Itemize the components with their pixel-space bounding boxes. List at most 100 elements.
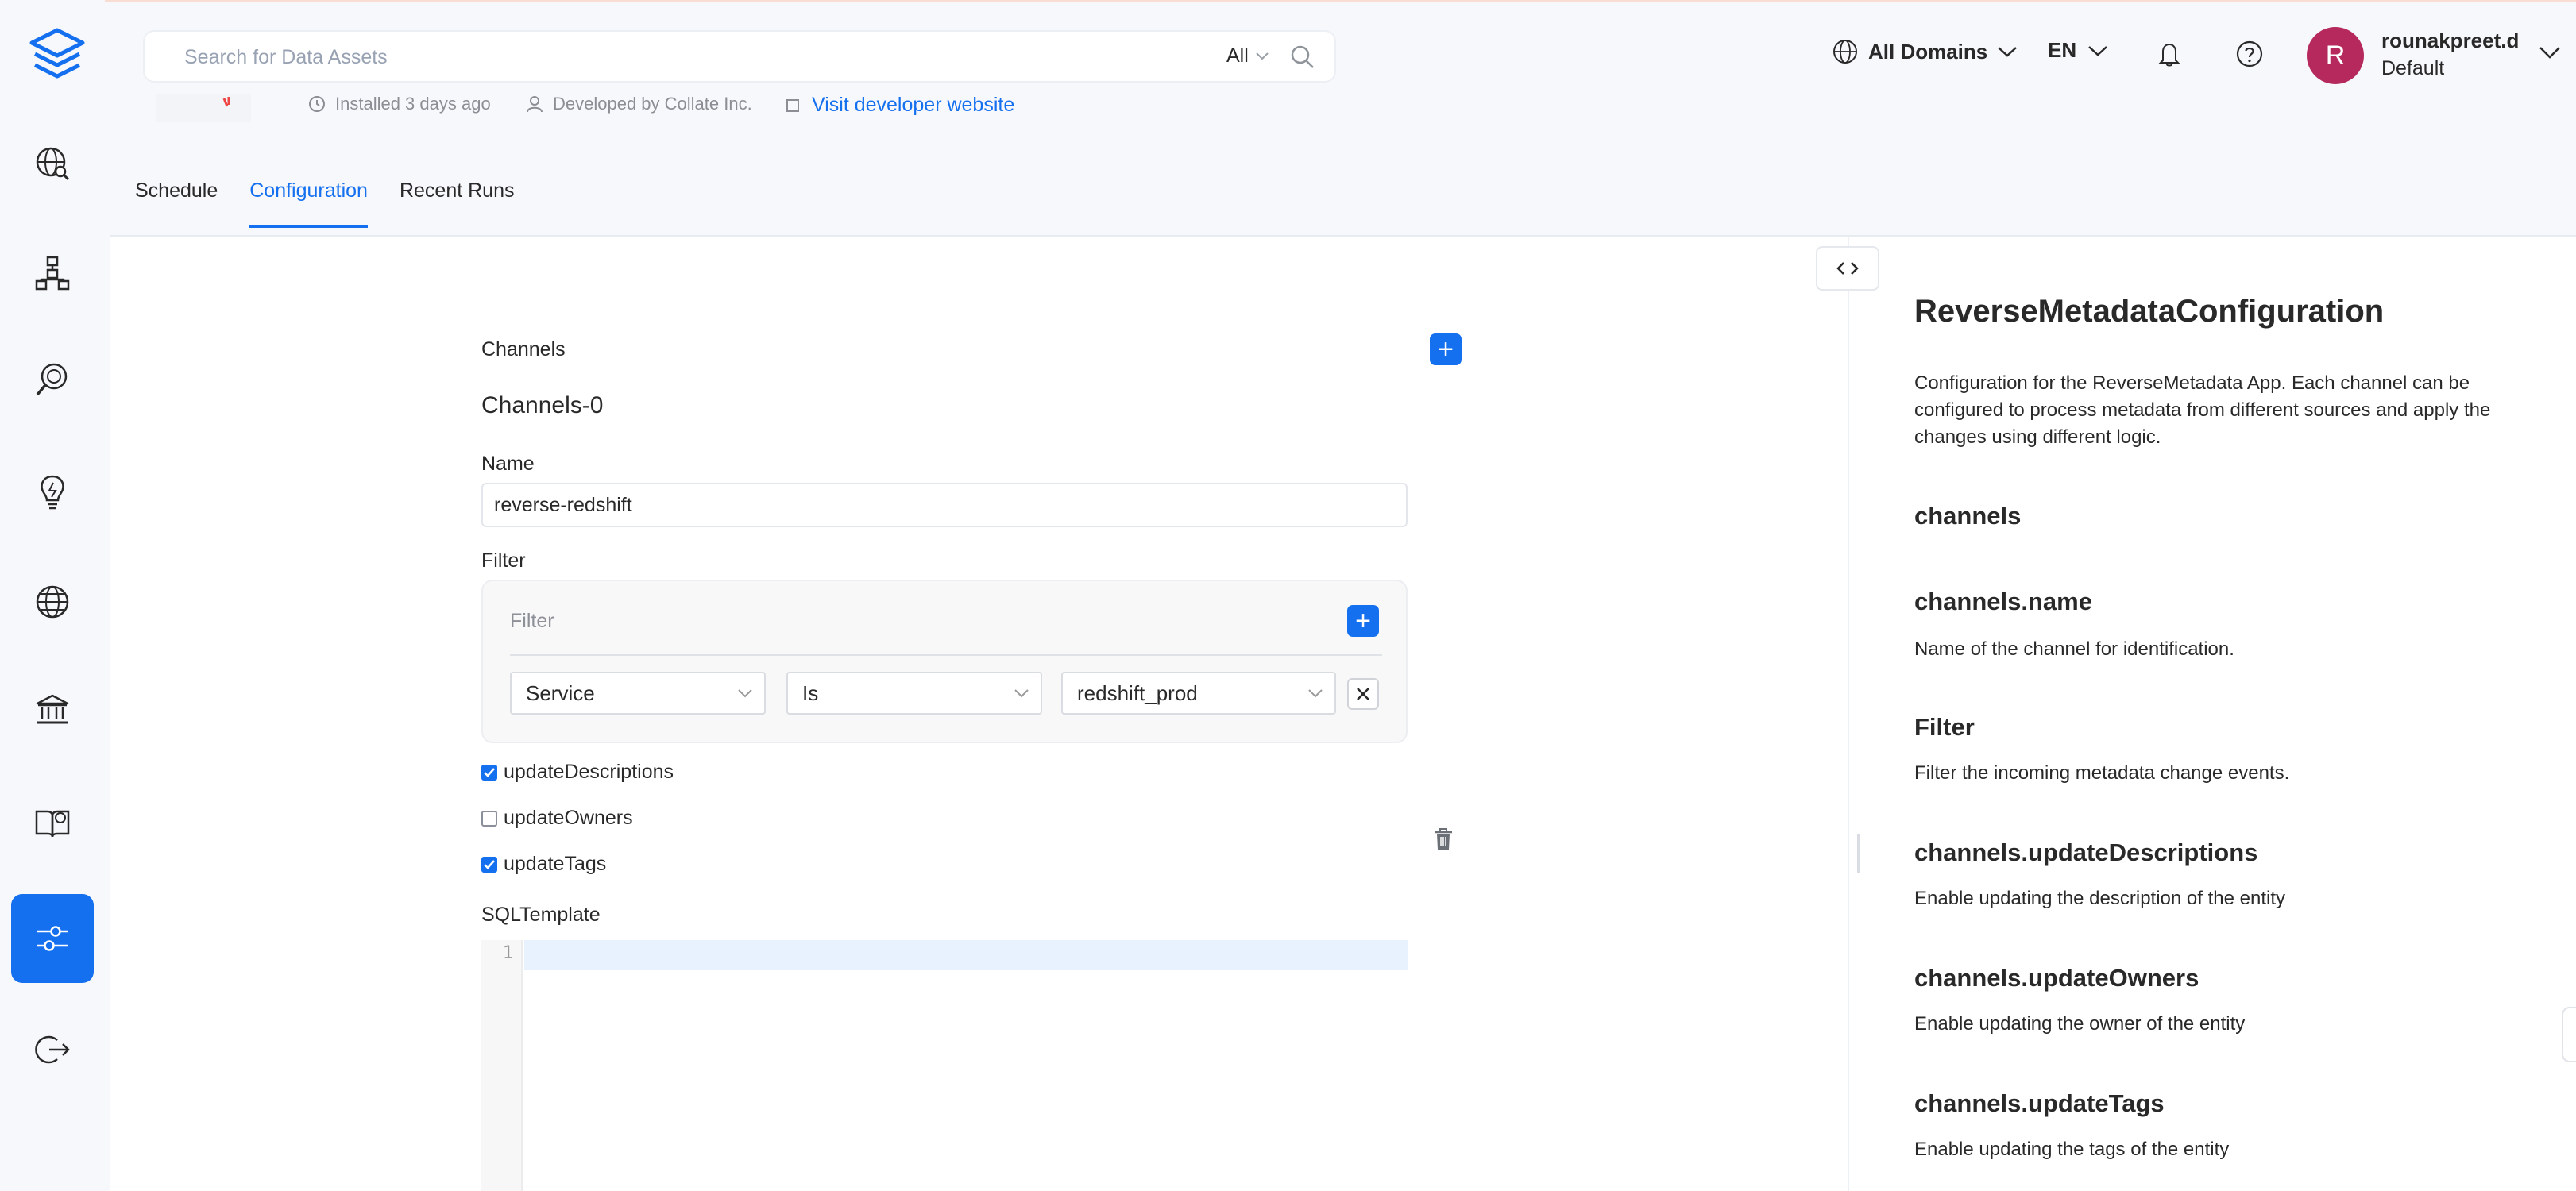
user-icon bbox=[527, 96, 543, 113]
sql-template-editor[interactable]: 1 bbox=[481, 940, 1408, 1191]
search-icon[interactable] bbox=[1288, 43, 1317, 71]
remove-filter-button[interactable] bbox=[1347, 678, 1379, 710]
chevron-down-icon bbox=[1014, 689, 1029, 698]
developer-website-link[interactable]: Visit developer website bbox=[785, 94, 1014, 117]
doc-heading-channels: channels bbox=[1914, 502, 2022, 530]
doc-heading-filter: Filter bbox=[1914, 713, 1975, 741]
plus-icon: + bbox=[1438, 334, 1454, 364]
globe-icon bbox=[1833, 40, 1857, 64]
sidebar-item-explore[interactable] bbox=[11, 119, 94, 208]
installed-text: Installed 3 days ago bbox=[335, 94, 491, 114]
sidebar-item-settings[interactable] bbox=[11, 894, 94, 983]
checkbox-checked-icon[interactable] bbox=[481, 764, 497, 781]
doc-heading-update-descriptions: channels.updateDescriptions bbox=[1914, 838, 2258, 866]
settings-icon bbox=[37, 926, 68, 951]
sidebar-item-logout[interactable] bbox=[11, 1005, 94, 1094]
domains-icon bbox=[36, 585, 69, 619]
add-filter-button[interactable]: + bbox=[1347, 605, 1379, 637]
panel-resize-handle[interactable] bbox=[1857, 834, 1860, 873]
filter-operator-value: Is bbox=[802, 681, 819, 705]
filter-operator-select[interactable]: Is bbox=[786, 672, 1042, 715]
doc-heading-update-tags: channels.updateTags bbox=[1914, 1089, 2165, 1117]
doc-title: ReverseMetadataConfiguration bbox=[1914, 294, 2385, 329]
sql-template-label: SQLTemplate bbox=[481, 904, 601, 926]
help-icon[interactable] bbox=[2235, 40, 2264, 68]
domains-label: All Domains bbox=[1868, 39, 1988, 64]
filter-field-select[interactable]: Service bbox=[510, 672, 766, 715]
app-tabs: Schedule Configuration Recent Runs bbox=[135, 179, 515, 228]
sidebar-item-governance[interactable] bbox=[11, 665, 94, 754]
editor-gutter: 1 bbox=[481, 940, 523, 1191]
user-name[interactable]: rounakpreet.d bbox=[2381, 29, 2519, 53]
app-installed-info: Installed 3 days ago bbox=[308, 94, 491, 114]
search-filter-label: All bbox=[1226, 44, 1249, 67]
sidebar-item-lineage[interactable] bbox=[11, 229, 94, 318]
global-search: All bbox=[143, 30, 1336, 83]
search-filter-dropdown[interactable]: All bbox=[1226, 44, 1269, 67]
plus-icon: + bbox=[1355, 606, 1371, 636]
update-tags-label: updateTags bbox=[504, 853, 607, 875]
checkbox-unchecked-icon[interactable] bbox=[481, 810, 497, 827]
tab-recent-runs[interactable]: Recent Runs bbox=[400, 179, 515, 228]
line-number: 1 bbox=[502, 943, 513, 963]
avatar[interactable]: R bbox=[2307, 27, 2364, 84]
sidebar bbox=[0, 0, 105, 1191]
doc-text-channels-name: Name of the channel for identification. bbox=[1914, 638, 2234, 660]
code-icon bbox=[1836, 262, 1859, 275]
explore-icon bbox=[36, 147, 70, 181]
filter-label: Filter bbox=[481, 549, 526, 572]
filter-divider bbox=[510, 654, 1382, 656]
app-developer-info: Developed by Collate Inc. bbox=[526, 94, 752, 114]
sidebar-item-domains[interactable] bbox=[11, 557, 94, 646]
update-descriptions-checkbox[interactable]: updateDescriptions bbox=[481, 761, 674, 784]
add-channel-button[interactable]: + bbox=[1430, 333, 1462, 365]
chevron-down-icon bbox=[738, 689, 752, 698]
checkbox-checked-icon[interactable] bbox=[481, 856, 497, 873]
tab-configuration[interactable]: Configuration bbox=[249, 179, 368, 228]
app-logo[interactable] bbox=[27, 25, 87, 86]
chevron-down-icon bbox=[2088, 45, 2107, 56]
search-input[interactable] bbox=[184, 43, 1177, 71]
chevron-down-icon[interactable] bbox=[2539, 44, 2561, 60]
doc-text-update-owners: Enable updating the owner of the entity bbox=[1914, 1013, 2246, 1035]
sidebar-item-glossary[interactable] bbox=[11, 778, 94, 867]
filter-value-text: redshift_prod bbox=[1077, 681, 1198, 705]
update-owners-checkbox[interactable]: updateOwners bbox=[481, 807, 633, 830]
edge-drawer-tab[interactable] bbox=[2562, 1007, 2576, 1062]
channel-name-field[interactable]: reverse-redshift bbox=[481, 483, 1408, 527]
sidebar-item-observability[interactable] bbox=[11, 335, 94, 424]
glossary-icon bbox=[35, 810, 70, 838]
filter-box: Filter + Service Is redshift_prod bbox=[481, 580, 1408, 743]
channels-label: Channels bbox=[481, 338, 566, 360]
domains-dropdown[interactable]: All Domains bbox=[1832, 38, 2018, 65]
filter-value-select[interactable]: redshift_prod bbox=[1061, 672, 1336, 715]
website-link-text[interactable]: Visit developer website bbox=[812, 94, 1014, 117]
doc-heading-update-owners: channels.updateOwners bbox=[1914, 964, 2199, 992]
chevron-down-icon bbox=[1308, 689, 1323, 698]
notification-bell-icon[interactable] bbox=[2156, 40, 2183, 68]
observability-icon bbox=[36, 363, 68, 396]
doc-description: Configuration for the ReverseMetadata Ap… bbox=[1914, 372, 2491, 448]
close-icon bbox=[1357, 688, 1369, 700]
sidebar-item-insights[interactable] bbox=[11, 448, 94, 537]
language-dropdown[interactable]: EN bbox=[2048, 38, 2108, 63]
app-meta-strip: Installed 3 days ago Developed by Collat… bbox=[105, 94, 1376, 122]
user-role: Default bbox=[2381, 57, 2445, 79]
doc-text-filter: Filter the incoming metadata change even… bbox=[1914, 762, 2290, 784]
name-label: Name bbox=[481, 453, 535, 475]
developer-text: Developed by Collate Inc. bbox=[553, 94, 752, 114]
update-tags-checkbox[interactable]: updateTags bbox=[481, 853, 606, 876]
filter-field-value: Service bbox=[526, 681, 595, 705]
chevron-down-icon bbox=[1256, 52, 1269, 60]
update-descriptions-label: updateDescriptions bbox=[504, 761, 674, 783]
logout-icon bbox=[35, 1035, 70, 1064]
insights-icon bbox=[41, 475, 64, 510]
editor-active-line[interactable] bbox=[524, 940, 1408, 970]
doc-text-update-descriptions: Enable updating the description of the e… bbox=[1914, 888, 2285, 909]
toggle-docs-button[interactable] bbox=[1816, 246, 1879, 291]
top-accent-bar bbox=[0, 0, 2576, 2]
tab-schedule[interactable]: Schedule bbox=[135, 179, 218, 228]
filter-header: Filter bbox=[510, 610, 554, 632]
delete-channel-icon[interactable] bbox=[1433, 827, 1454, 851]
channel-title: Channels-0 bbox=[481, 392, 604, 418]
